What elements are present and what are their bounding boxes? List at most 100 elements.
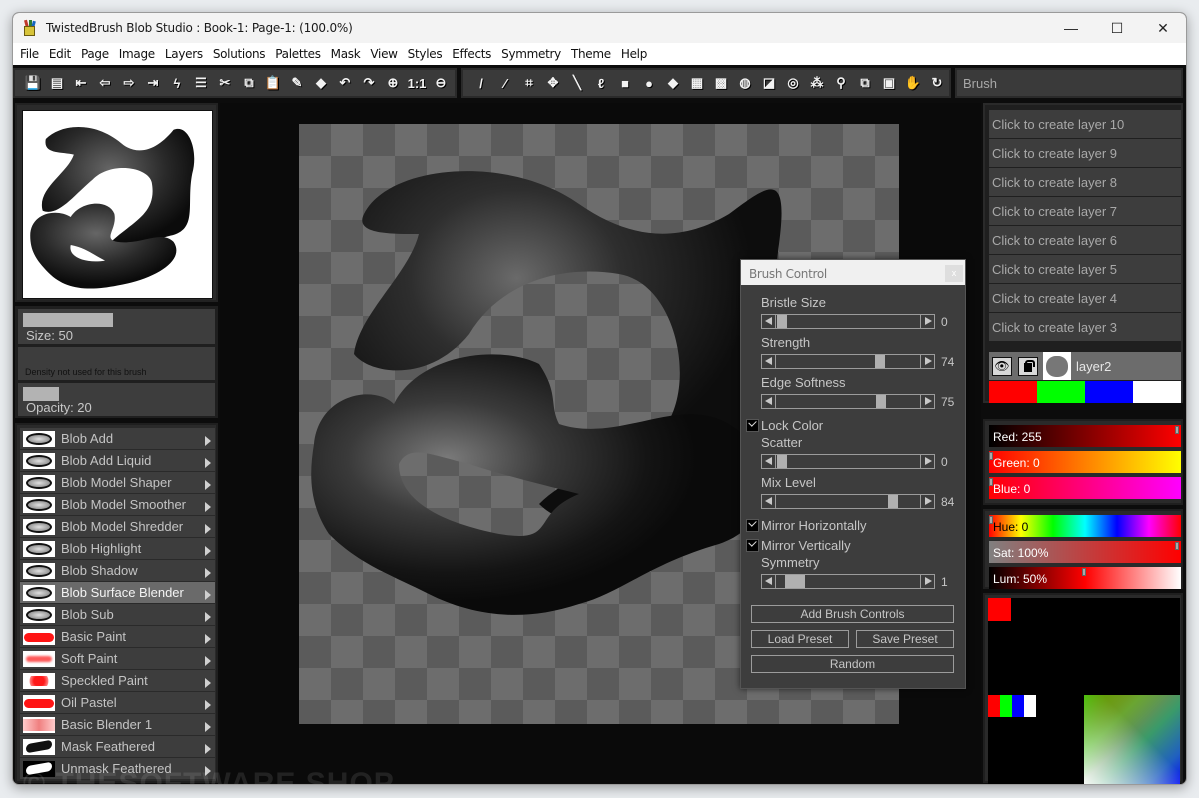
erase-page-icon[interactable]: ✎ (285, 72, 309, 94)
slider-knob[interactable] (876, 395, 886, 408)
submenu-arrow-icon[interactable] (205, 721, 211, 732)
green-slider[interactable]: Green: 0 (989, 451, 1181, 473)
page-preview[interactable] (22, 110, 213, 299)
cut-icon[interactable]: ✂ (213, 72, 237, 94)
add-brush-controls-button[interactable]: Add Brush Controls (751, 605, 954, 623)
checkmark-icon[interactable] (746, 419, 759, 432)
eyedropper-icon[interactable]: ⁄ (493, 72, 517, 94)
brush-item[interactable]: Basic Blender 1 (20, 714, 215, 735)
select-ellipse-icon[interactable]: ◍ (733, 72, 757, 94)
submenu-arrow-icon[interactable] (205, 545, 211, 556)
brush-item[interactable]: Blob Surface Blender (20, 582, 215, 603)
menu-page[interactable]: Page (76, 47, 114, 61)
menu-file[interactable]: File (15, 47, 44, 61)
brush-item[interactable]: Basic Paint (20, 626, 215, 647)
pick-icon[interactable]: ⚲ (829, 72, 853, 94)
scroll-right-arrow-icon[interactable] (920, 355, 934, 368)
submenu-arrow-icon[interactable] (205, 479, 211, 490)
checkbox-lock-color[interactable]: Lock Color (746, 418, 823, 433)
lightning-icon[interactable]: ϟ (165, 72, 189, 94)
submenu-arrow-icon[interactable] (205, 655, 211, 666)
brush-item[interactable]: Oil Pastel (20, 692, 215, 713)
submenu-arrow-icon[interactable] (205, 633, 211, 644)
submenu-arrow-icon[interactable] (205, 589, 211, 600)
zoom-in-icon[interactable]: ⊕ (381, 72, 405, 94)
ellipse-icon[interactable]: ● (637, 72, 661, 94)
create-layer-item[interactable]: Click to create layer 4 (989, 284, 1181, 312)
prev-page-icon[interactable]: ⇦ (93, 72, 117, 94)
scroll-left-arrow-icon[interactable] (762, 395, 776, 408)
submenu-arrow-icon[interactable] (205, 501, 211, 512)
load-preset-button[interactable]: Load Preset (751, 630, 849, 648)
magic-wand-icon[interactable]: ⁂ (805, 72, 829, 94)
undo-icon[interactable]: ↶ (333, 72, 357, 94)
submenu-arrow-icon[interactable] (205, 435, 211, 446)
quick-color-swatch[interactable] (1037, 381, 1085, 403)
save-preset-button[interactable]: Save Preset (856, 630, 954, 648)
layer-row-active[interactable]: 👁 layer2 (989, 352, 1181, 380)
first-page-icon[interactable]: ⇤ (69, 72, 93, 94)
brush-item[interactable]: Blob Add Liquid (20, 450, 215, 471)
palette-swatch[interactable] (1000, 695, 1012, 717)
blue-slider[interactable]: Blue: 0 (989, 477, 1181, 499)
random-button[interactable]: Random (751, 655, 954, 673)
checkbox-mirror-vertically[interactable]: Mirror Vertically (746, 538, 851, 553)
line-icon[interactable]: ╲ (565, 72, 589, 94)
quick-color-swatch[interactable] (1133, 381, 1181, 403)
submenu-arrow-icon[interactable] (205, 523, 211, 534)
menu-styles[interactable]: Styles (403, 47, 448, 61)
paste-icon[interactable]: 📋 (261, 72, 285, 94)
create-layer-item[interactable]: Click to create layer 6 (989, 226, 1181, 254)
brush-item[interactable]: Soft Paint (20, 648, 215, 669)
save-icon[interactable]: 💾 (21, 72, 45, 94)
submenu-arrow-icon[interactable] (205, 457, 211, 468)
close-button[interactable]: ✕ (1140, 13, 1186, 43)
scroll-right-arrow-icon[interactable] (920, 495, 934, 508)
rectangle-icon[interactable]: ■ (613, 72, 637, 94)
submenu-arrow-icon[interactable] (205, 611, 211, 622)
menu-view[interactable]: View (365, 47, 402, 61)
color-picker[interactable] (988, 598, 1180, 784)
book-icon[interactable]: ▤ (45, 72, 69, 94)
brush-item[interactable]: Blob Sub (20, 604, 215, 625)
menu-theme[interactable]: Theme (566, 47, 616, 61)
submenu-arrow-icon[interactable] (205, 743, 211, 754)
red-slider[interactable]: Red: 255 (989, 425, 1181, 447)
gradient-icon[interactable]: ▦ (685, 72, 709, 94)
zoom-out-icon[interactable]: ⊖ (429, 72, 453, 94)
color-mixing-area[interactable] (1084, 695, 1180, 784)
menu-symmetry[interactable]: Symmetry (496, 47, 566, 61)
slider-symmetry[interactable] (761, 574, 935, 589)
slider-scatter[interactable] (761, 454, 935, 469)
rotate-icon[interactable]: ↻ (925, 72, 949, 94)
checkmark-icon[interactable] (746, 519, 759, 532)
menu-solutions[interactable]: Solutions (208, 47, 270, 61)
fill-page-icon[interactable]: ◆ (309, 72, 333, 94)
palette-swatch[interactable] (988, 695, 1000, 717)
lasso-icon[interactable]: ℓ (589, 72, 613, 94)
size-slider[interactable]: Size: 50 (18, 309, 215, 344)
checkmark-icon[interactable] (746, 539, 759, 552)
copy-selection-icon[interactable]: ⧉ (853, 72, 877, 94)
slider-knob[interactable] (874, 355, 885, 368)
hand-icon[interactable]: ✋ (901, 72, 925, 94)
brush-item[interactable]: Blob Shadow (20, 560, 215, 581)
create-layer-item[interactable]: Click to create layer 5 (989, 255, 1181, 283)
move-icon[interactable]: ✥ (541, 72, 565, 94)
brush-item[interactable]: Blob Model Shaper (20, 472, 215, 493)
density-slider[interactable]: Density not used for this brush (18, 347, 215, 380)
create-layer-item[interactable]: Click to create layer 9 (989, 139, 1181, 167)
create-layer-item[interactable]: Click to create layer 8 (989, 168, 1181, 196)
minimize-button[interactable]: — (1048, 13, 1094, 43)
red-slider-marker[interactable] (1175, 426, 1179, 434)
submenu-arrow-icon[interactable] (205, 699, 211, 710)
slider-strength[interactable] (761, 354, 935, 369)
create-layer-item[interactable]: Click to create layer 7 (989, 197, 1181, 225)
paste-selection-icon[interactable]: ▣ (877, 72, 901, 94)
create-layer-item[interactable]: Click to create layer 3 (989, 313, 1181, 341)
palette-swatch[interactable] (1012, 695, 1024, 717)
scroll-right-arrow-icon[interactable] (920, 455, 934, 468)
redo-icon[interactable]: ↷ (357, 72, 381, 94)
submenu-arrow-icon[interactable] (205, 567, 211, 578)
scroll-left-arrow-icon[interactable] (762, 355, 776, 368)
